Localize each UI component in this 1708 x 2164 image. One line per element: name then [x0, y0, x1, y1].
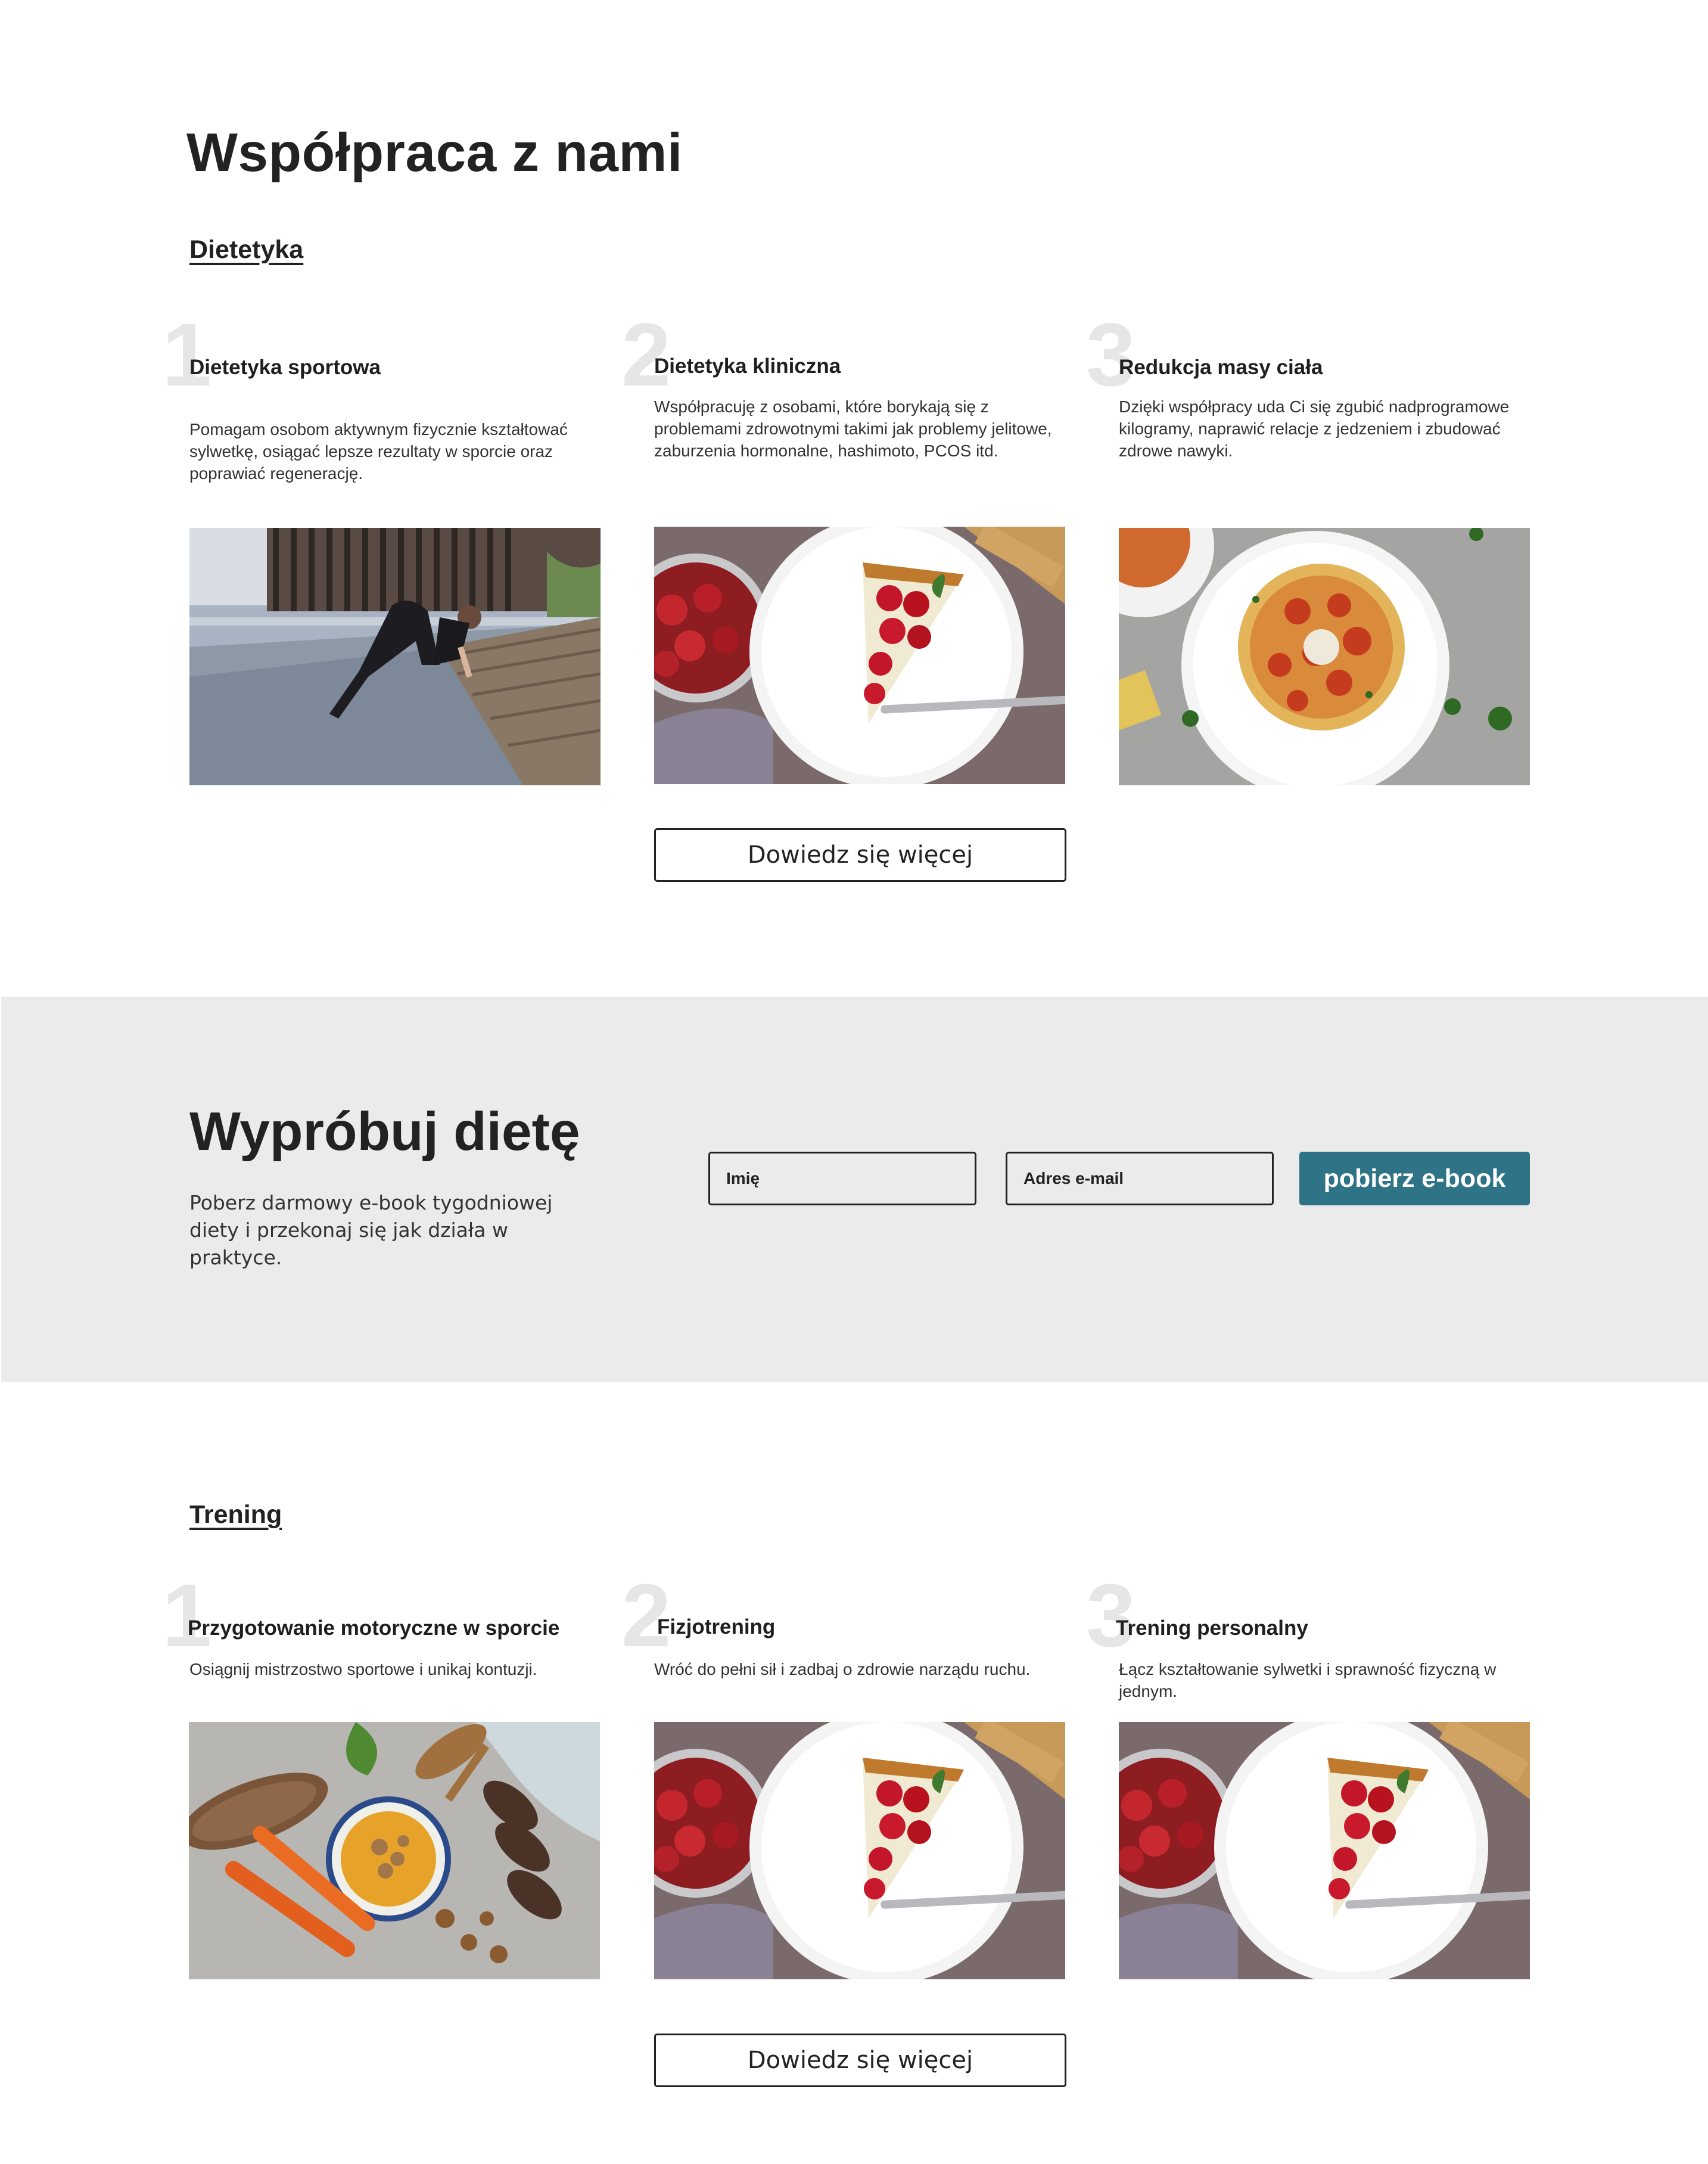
- ebook-title: Wypróbuj dietę: [189, 1102, 580, 1162]
- card-title: Przygotowanie motoryczne w sporcie: [188, 1616, 560, 1640]
- card-description: Dzięki współpracy uda Ci się zgubić nadp…: [1119, 397, 1510, 460]
- woman-stretching-photo: [189, 528, 601, 785]
- pumpkin-soup-photo: [189, 1722, 600, 1979]
- name-input[interactable]: [708, 1152, 976, 1205]
- spaghetti-photo: [1119, 528, 1530, 785]
- download-ebook-button[interactable]: pobierz e-book: [1299, 1152, 1530, 1205]
- raspberry-tart-photo: [1119, 1722, 1530, 1979]
- card-number: 1: [162, 1565, 212, 1665]
- card-description: Współpracuję z osobami, które borykają s…: [654, 397, 1052, 460]
- card-number: 3: [1086, 304, 1136, 405]
- card-number: 3: [1086, 1565, 1136, 1665]
- learn-more-button-dietetyka[interactable]: Dowiedz się więcej: [654, 828, 1066, 882]
- card-title: Trening personalny: [1116, 1616, 1308, 1640]
- section-heading-dietetyka[interactable]: Dietetyka: [189, 235, 303, 265]
- card-number: 1: [162, 304, 212, 405]
- section-heading-trening[interactable]: Trening: [189, 1500, 282, 1529]
- card-title: Fizjotrening: [657, 1615, 776, 1638]
- card-description: Łącz kształtowanie sylwetki i sprawność …: [1119, 1660, 1497, 1700]
- card-description: Pomagam osobom aktywnym fizycznie kształ…: [189, 420, 568, 483]
- raspberry-tart-photo: [654, 527, 1065, 784]
- email-input[interactable]: [1006, 1152, 1274, 1205]
- card-description: Wróć do pełni sił i zadbaj o zdrowie nar…: [654, 1660, 1031, 1678]
- card-title: Dietetyka sportowa: [189, 356, 381, 379]
- learn-more-button-trening[interactable]: Dowiedz się więcej: [654, 2034, 1066, 2087]
- page-title: Współpraca z nami: [186, 123, 683, 183]
- card-description: Osiągnij mistrzostwo sportowe i unikaj k…: [189, 1660, 537, 1678]
- ebook-description: Poberz darmowy e-book tygodniowej diety …: [189, 1191, 553, 1269]
- raspberry-tart-photo: [654, 1722, 1065, 1979]
- card-title: Dietetyka kliniczna: [654, 355, 841, 378]
- card-title: Redukcja masy ciała: [1119, 356, 1323, 379]
